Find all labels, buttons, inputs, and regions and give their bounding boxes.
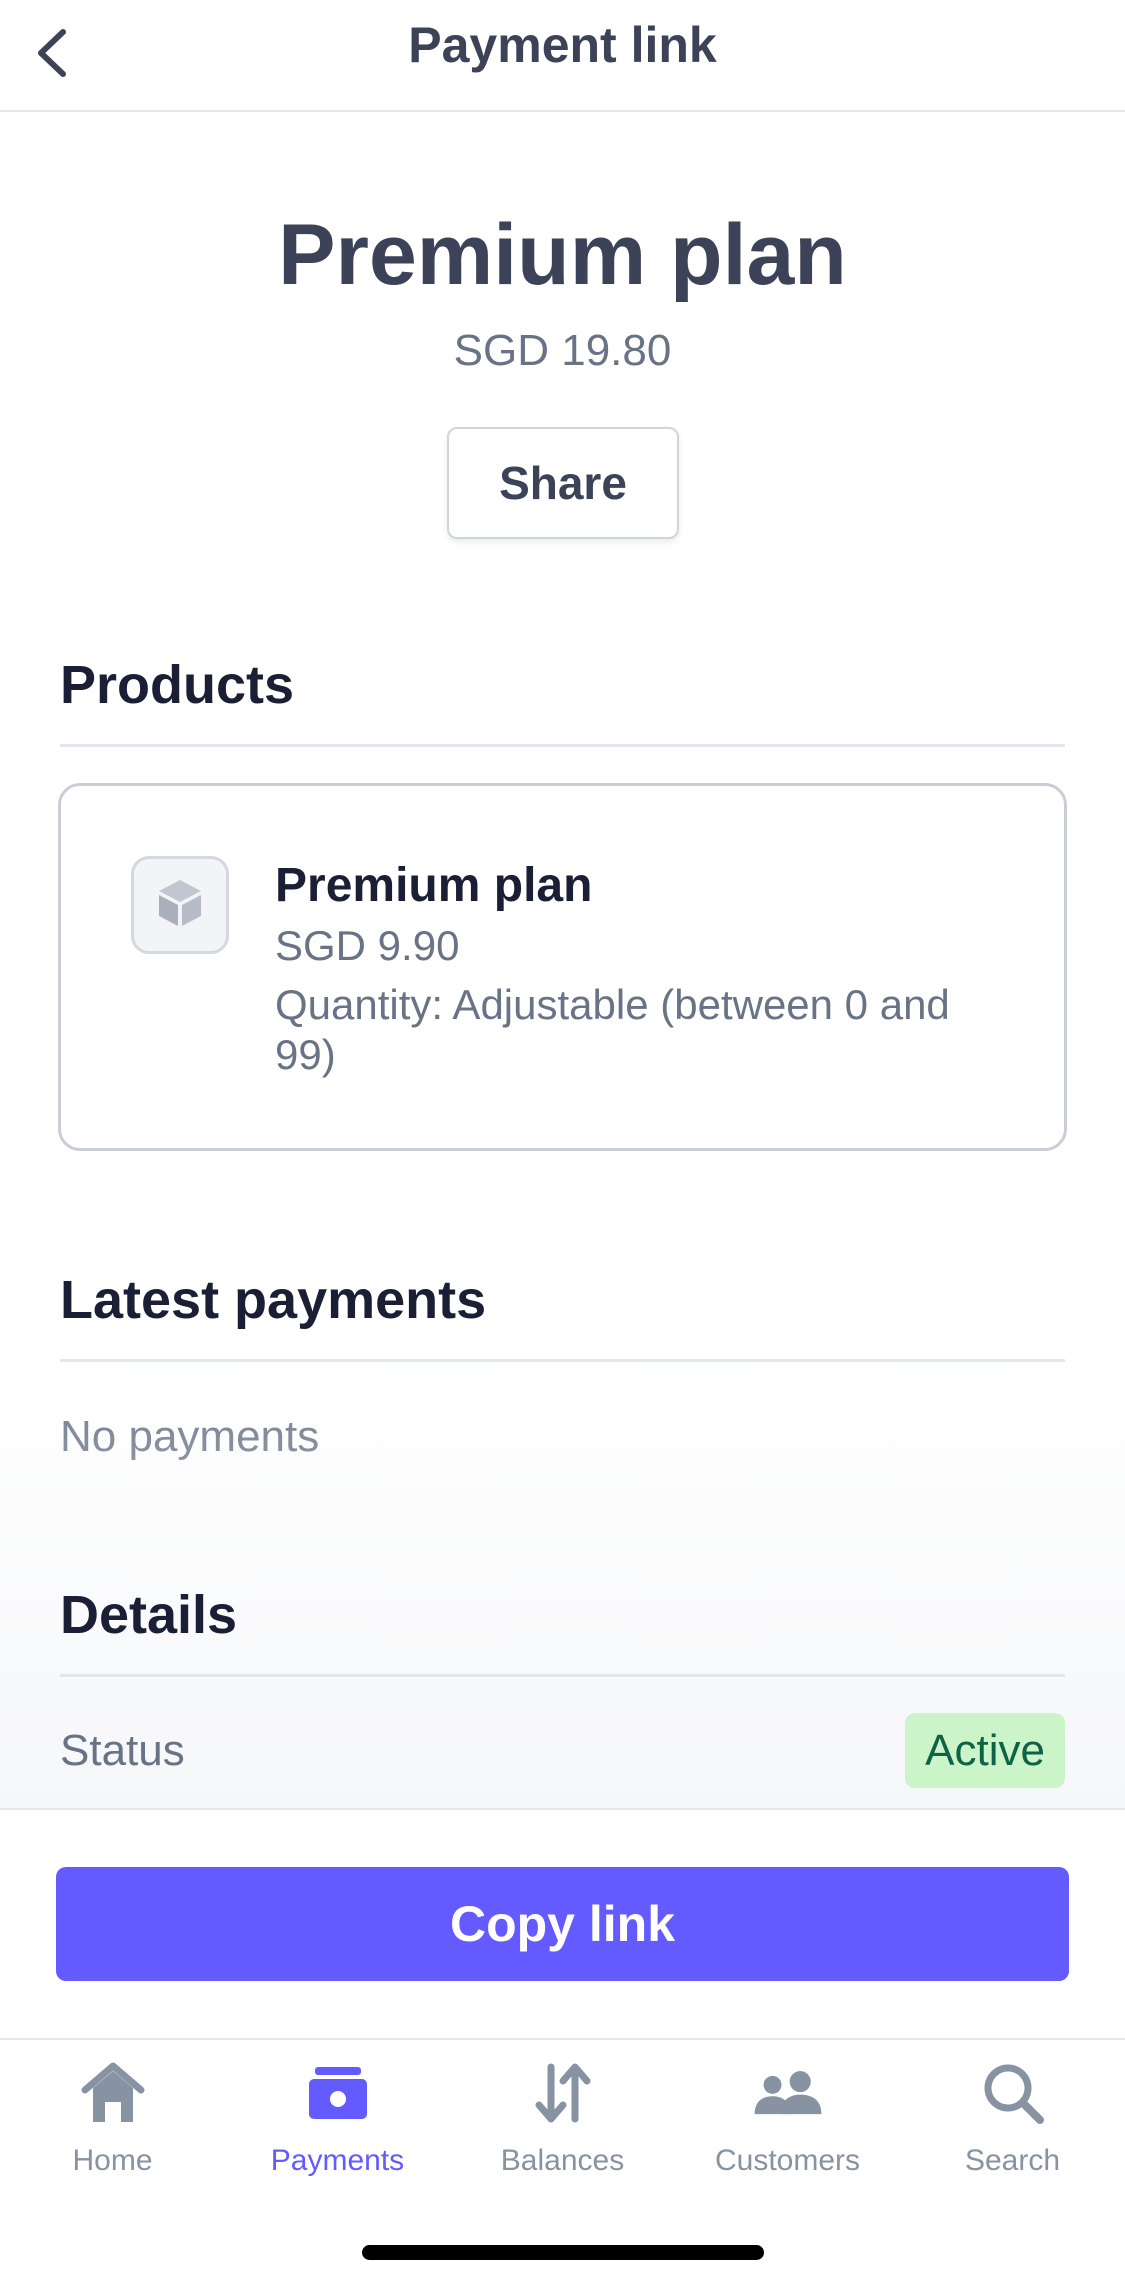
- tab-payments[interactable]: Payments: [225, 2058, 450, 2208]
- share-button[interactable]: Share: [447, 427, 679, 539]
- tab-home-label: Home: [72, 2144, 153, 2177]
- page-title: Payment link: [408, 17, 717, 73]
- top-nav-bar: Payment link: [0, 0, 1125, 112]
- scroll-content[interactable]: Premium plan SGD 19.80 Share Products Pr…: [0, 114, 1125, 1808]
- latest-payments-divider: [60, 1359, 1065, 1362]
- payment-link-name: Premium plan: [278, 207, 847, 303]
- no-payments-text: No payments: [60, 1412, 320, 1461]
- details-divider: [60, 1674, 1065, 1677]
- tab-home[interactable]: Home: [0, 2058, 225, 2208]
- copy-link-button[interactable]: Copy link: [56, 1867, 1069, 1981]
- status-badge: Active: [905, 1713, 1065, 1788]
- tab-search-label: Search: [964, 2144, 1061, 2177]
- wallet-icon: [303, 2058, 373, 2128]
- latest-payments-section-title: Latest payments: [60, 1270, 487, 1330]
- products-section-title: Products: [60, 655, 295, 715]
- product-quantity: Quantity: Adjustable (between 0 and 99): [275, 981, 950, 1078]
- search-icon: [978, 2058, 1048, 2128]
- product-card[interactable]: Premium plan SGD 9.90 Quantity: Adjustab…: [58, 783, 1067, 1151]
- people-icon: [753, 2058, 823, 2128]
- product-price: SGD 9.90: [275, 922, 460, 969]
- tab-customers-label: Customers: [714, 2144, 861, 2177]
- tab-payments-label: Payments: [270, 2144, 405, 2177]
- tab-customers[interactable]: Customers: [675, 2058, 900, 2208]
- product-name: Premium plan: [275, 859, 593, 912]
- home-indicator: [362, 2245, 764, 2260]
- copy-link-bar: Copy link: [0, 1808, 1125, 2038]
- tab-balances-label: Balances: [500, 2144, 625, 2177]
- house-icon: [78, 2058, 148, 2128]
- status-label: Status: [60, 1726, 185, 1775]
- box-icon: [157, 878, 203, 933]
- tab-search[interactable]: Search: [900, 2058, 1125, 2208]
- tab-balances[interactable]: Balances: [450, 2058, 675, 2208]
- transfer-arrows-icon: [528, 2058, 598, 2128]
- payment-link-total: SGD 19.80: [453, 326, 672, 375]
- product-thumbnail: [131, 856, 229, 954]
- payment-link-screen: Payment link Premium plan SGD 19.80 Shar…: [0, 0, 1125, 2284]
- details-section-title: Details: [60, 1585, 238, 1645]
- products-divider: [60, 744, 1065, 747]
